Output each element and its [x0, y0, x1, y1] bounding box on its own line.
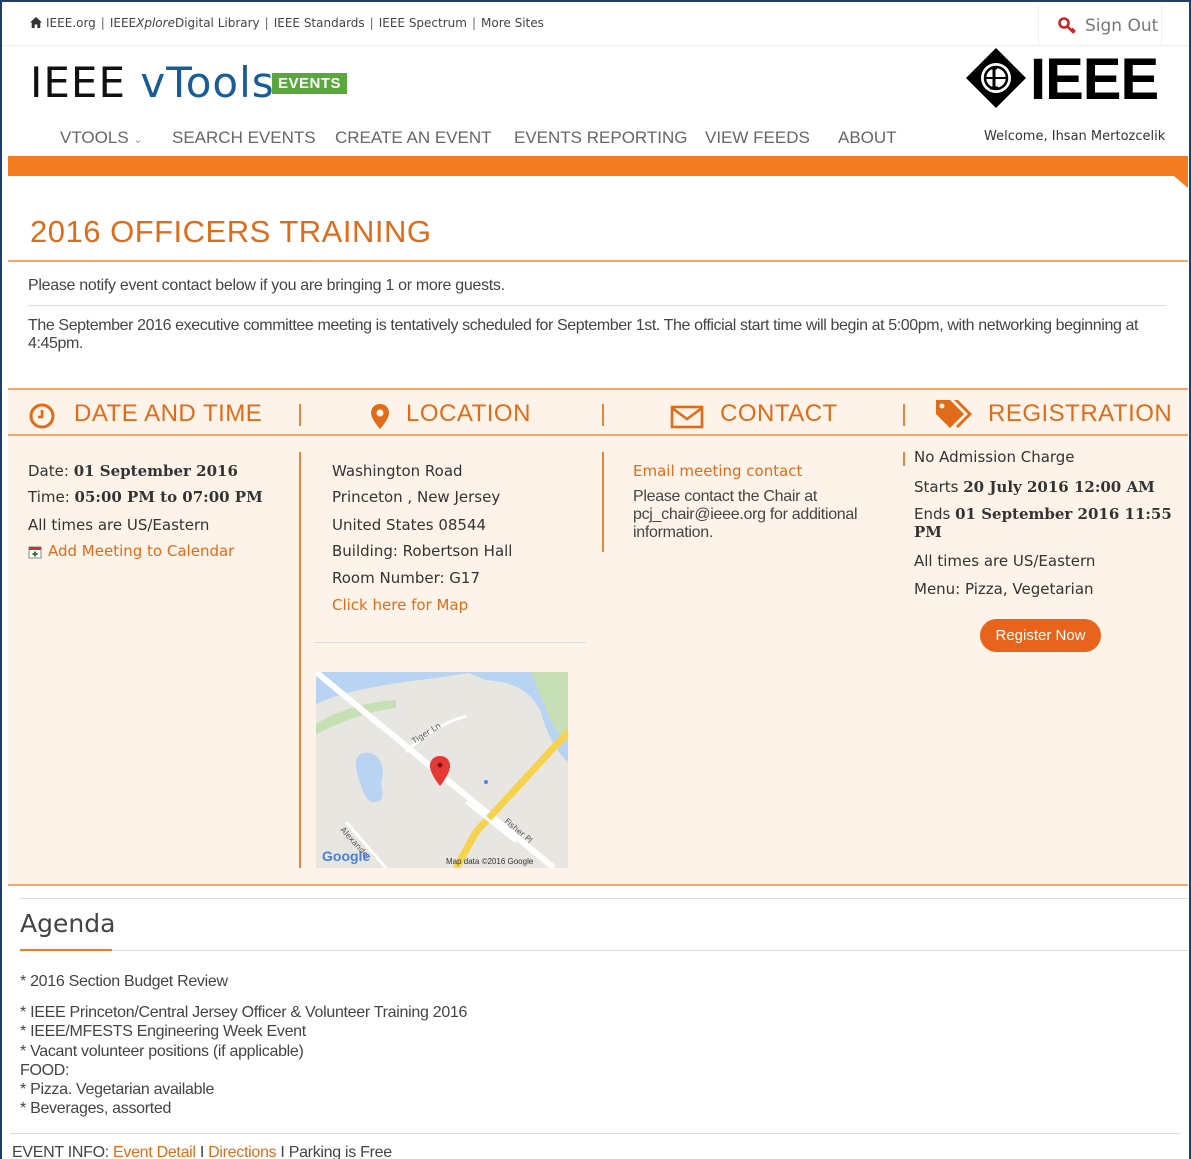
heading-rule: [8, 434, 1188, 436]
agenda-item: FOOD:: [20, 1061, 70, 1079]
tags-icon: [936, 400, 972, 428]
spectrum-link[interactable]: IEEE Spectrum: [379, 16, 467, 30]
agenda-title: Agenda: [20, 909, 116, 938]
register-now-button[interactable]: Register Now: [980, 619, 1101, 652]
separator: |: [100, 16, 105, 30]
ieee-brand-text: IEEE: [1030, 47, 1159, 112]
agenda-item: * 2016 Section Budget Review: [20, 973, 228, 990]
nav-search-events[interactable]: SEARCH EVENTS: [172, 128, 316, 148]
timezone-note: All times are US/Eastern: [28, 516, 210, 534]
column-divider: [299, 452, 301, 868]
admission-charge: No Admission Charge: [914, 448, 1075, 466]
nav-events-reporting[interactable]: EVENTS REPORTING: [514, 128, 688, 148]
utility-links: IEEE.org | IEEE Xplore Digital Library | IEE…: [30, 16, 544, 30]
event-info-panel: DATE AND TIME LOCATION CONTACT REGISTRAT…: [8, 388, 1188, 886]
ieee-logo[interactable]: IEEE: [964, 46, 1172, 112]
separator: |: [264, 16, 269, 30]
agenda-item: * Pizza. Vegetarian available: [20, 1081, 215, 1099]
map-attribution: Map data ©2016 Google: [446, 857, 534, 866]
standards-link[interactable]: IEEE Standards: [274, 16, 365, 30]
separator: |: [471, 16, 477, 30]
page-title: 2016 OFFICERS TRAINING: [30, 214, 432, 249]
heading-separator: [602, 404, 604, 426]
location-street: Washington Road: [332, 462, 463, 480]
chevron-down-icon: ⌄: [133, 134, 143, 146]
contact-heading: CONTACT: [720, 400, 838, 427]
agenda-item: * IEEE/MFESTS Engineering Week Event: [20, 1023, 306, 1041]
nav-view-feeds[interactable]: VIEW FEEDS: [705, 128, 810, 148]
agenda-list: * IEEE Princeton/Central Jersey Officer …: [20, 1003, 467, 1119]
agenda-item: * Vacant volunteer positions (if applica…: [20, 1042, 304, 1060]
column-divider: [903, 452, 905, 466]
menu-info: Menu: Pizza, Vegetarian: [914, 580, 1094, 598]
nav-vtools[interactable]: VTOOLS ⌄: [60, 128, 143, 148]
email-contact-link[interactable]: Email meeting contact: [633, 462, 802, 480]
event-description: The September 2016 executive committee m…: [28, 317, 1139, 352]
sign-out-label: Sign Out: [1085, 16, 1159, 36]
add-to-calendar-link[interactable]: Add Meeting to Calendar: [48, 542, 234, 560]
heading-separator: [299, 404, 301, 426]
vtools-logo[interactable]: IEEE vTools: [30, 58, 275, 107]
column-divider: [602, 452, 604, 552]
registration-timezone: All times are US/Eastern: [914, 552, 1096, 570]
sign-out-button[interactable]: Sign Out: [1038, 6, 1162, 44]
calendar-icon: [28, 546, 42, 559]
registration-heading: REGISTRATION: [988, 400, 1173, 427]
registration-end-cont: PM: [914, 523, 942, 541]
nav-create-event[interactable]: CREATE AN EVENT: [335, 128, 492, 148]
events-badge: EVENTS: [272, 73, 348, 94]
xplore-link[interactable]: IEEE Xplore Digital Library: [110, 16, 260, 30]
location-map[interactable]: Tiger Ln Fisher Pl Alexander Google Map …: [316, 672, 568, 868]
google-logo: Google: [322, 848, 370, 864]
divider: [28, 305, 1166, 306]
divider: [10, 1133, 1180, 1134]
home-icon: [30, 17, 42, 28]
ieee-diamond-icon: [966, 48, 1026, 108]
location-city-state: Princeton , New Jersey: [332, 488, 501, 506]
heading-separator: [903, 404, 905, 426]
map-pin-icon: [371, 404, 389, 429]
ieee-org-link[interactable]: IEEE.org: [46, 16, 96, 30]
event-detail-link[interactable]: Event Detail: [113, 1144, 196, 1159]
parking-info: Parking is Free: [288, 1144, 392, 1159]
guest-notice: Please notify event contact below if you…: [28, 277, 505, 294]
location-room: Room Number: G17: [332, 569, 481, 587]
registration-end: Ends 01 September 2016 11:55: [914, 505, 1172, 523]
contact-text: Please contact the Chair at pcj_chair@ie…: [633, 488, 858, 541]
separator: |: [369, 16, 374, 30]
clock-icon: [29, 403, 55, 429]
envelope-icon: [670, 405, 704, 429]
orange-divider-bar: [8, 156, 1188, 188]
title-rule: [8, 260, 1188, 262]
date-time-heading: DATE AND TIME: [74, 400, 263, 427]
more-sites-link[interactable]: More Sites: [481, 16, 544, 30]
divider: [314, 642, 586, 643]
location-country-zip: United States 08544: [332, 516, 487, 534]
agenda-item: * IEEE Princeton/Central Jersey Officer …: [20, 1004, 468, 1021]
welcome-message: Welcome, Ihsan Mertozcelik: [984, 129, 1166, 144]
page: IEEE.org | IEEE Xplore Digital Library | IEE…: [2, 2, 1189, 1159]
location-building: Building: Robertson Hall: [332, 542, 513, 560]
location-heading: LOCATION: [406, 400, 531, 427]
utility-bar: IEEE.org | IEEE Xplore Digital Library | IEE…: [2, 2, 1189, 46]
divider: [112, 950, 1188, 951]
event-date: Date: 01 September 2016: [28, 462, 238, 480]
directions-link[interactable]: Directions: [208, 1144, 276, 1159]
key-icon: [1058, 17, 1076, 34]
registration-start: Starts 20 July 2016 12:00 AM: [914, 478, 1155, 496]
event-time: Time: 05:00 PM to 07:00 PM: [28, 488, 263, 506]
nav-about[interactable]: ABOUT: [838, 128, 897, 148]
divider: [20, 898, 1188, 899]
map-link[interactable]: Click here for Map: [332, 596, 468, 614]
agenda-item: * Beverages, assorted: [20, 1100, 172, 1118]
agenda-underline: [20, 949, 112, 951]
event-info-footer: EVENT INFO: Event Detail I Directions I …: [12, 1144, 392, 1159]
